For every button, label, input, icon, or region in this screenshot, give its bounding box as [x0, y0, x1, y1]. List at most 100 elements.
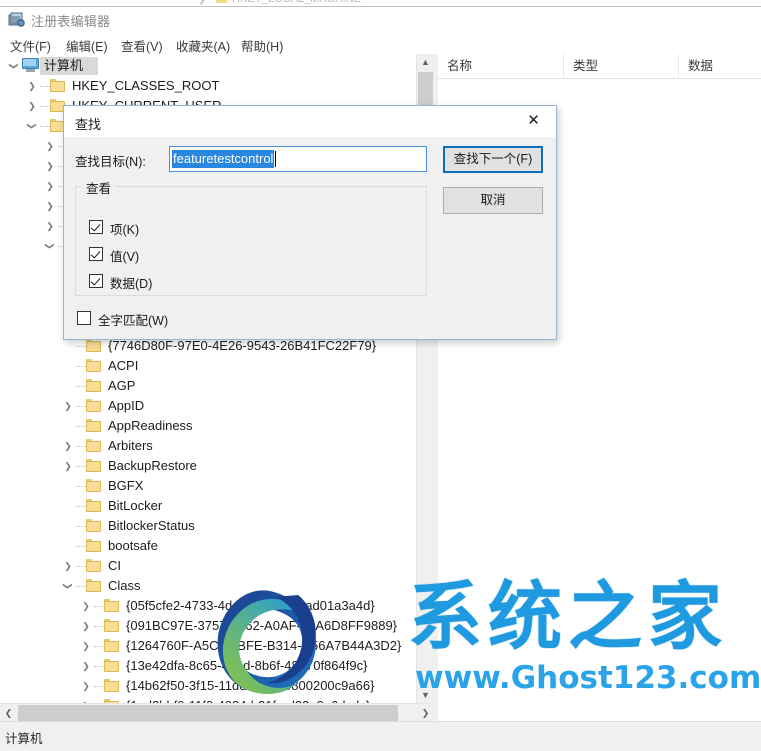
tree-item[interactable]: AppReadiness — [0, 416, 416, 436]
chevron-down-icon[interactable] — [42, 236, 58, 256]
tree-connector — [76, 366, 86, 368]
chevron-down-icon[interactable] — [24, 116, 40, 136]
tree-connector — [40, 106, 50, 108]
column-header-data[interactable]: 数据 — [679, 54, 761, 78]
tree-item[interactable]: {091BC97E-3757-4062-A0AF-10A6D8FF9889} — [0, 616, 416, 636]
tree-connector — [40, 126, 50, 128]
tree-item-label: HKEY_CLASSES_ROOT — [72, 78, 220, 93]
find-dialog-titlebar: 查找 — [64, 106, 556, 137]
folder-icon — [86, 559, 101, 572]
menu-help[interactable]: 帮助(H) — [237, 35, 287, 56]
folder-icon — [86, 579, 101, 592]
tree-item[interactable]: AGP — [0, 376, 416, 396]
tree-connector — [94, 626, 104, 628]
chevron-right-icon[interactable] — [24, 76, 40, 96]
checkbox-icon[interactable] — [77, 311, 91, 325]
tree-item[interactable]: BGFX — [0, 476, 416, 496]
chevron-right-icon[interactable] — [24, 96, 40, 116]
tree-item[interactable]: AppID — [0, 396, 416, 416]
cancel-button[interactable]: 取消 — [443, 187, 543, 214]
folder-icon — [104, 599, 119, 612]
chevron-right-icon[interactable] — [78, 656, 94, 676]
top-partial-row: ❯ HKEY_LOCAL_MACHINE — [0, 0, 761, 7]
chevron-down-icon[interactable] — [60, 576, 76, 596]
menu-favorites[interactable]: 收藏夹(A) — [172, 35, 234, 56]
tree-item[interactable]: bootsafe — [0, 536, 416, 556]
chevron-right-icon[interactable] — [78, 616, 94, 636]
tree-item[interactable]: CI — [0, 556, 416, 576]
tree-item-label: BackupRestore — [108, 458, 197, 473]
folder-icon — [50, 79, 65, 92]
find-target-label-text: 查找目标(N): — [75, 155, 146, 169]
close-icon[interactable]: ✕ — [511, 106, 556, 136]
folder-icon — [86, 399, 101, 412]
menu-edit[interactable]: 编辑(E) — [62, 35, 112, 56]
tree-connector — [76, 486, 86, 488]
chevron-right-icon[interactable] — [60, 456, 76, 476]
menu-file[interactable]: 文件(F) — [6, 35, 55, 56]
tree-item[interactable]: HKEY_CLASSES_ROOT — [0, 76, 416, 96]
checkbox-icon[interactable] — [89, 274, 103, 288]
tree-item[interactable]: {13e42dfa-8c65-424d-8b6f-48a70f864f9c} — [0, 656, 416, 676]
checkbox-icon[interactable] — [89, 247, 103, 261]
chevron-right-icon[interactable] — [60, 396, 76, 416]
tree-item-label: BGFX — [108, 478, 144, 493]
tree-item[interactable]: Class — [0, 576, 416, 596]
chevron-right-icon[interactable] — [78, 676, 94, 696]
folder-icon — [104, 639, 119, 652]
text-caret — [275, 151, 276, 167]
tree-item-label: BitlockerStatus — [108, 518, 195, 533]
tree-item[interactable]: ACPI — [0, 356, 416, 376]
column-header-type[interactable]: 类型 — [564, 54, 679, 78]
chevron-right-icon: ❯ — [198, 0, 206, 5]
chevron-down-icon[interactable]: ▼ — [417, 687, 434, 704]
find-dialog[interactable]: 查找 ✕ 查找目标(N): featuretestcontrol 查看 项(K)… — [63, 105, 557, 340]
chevron-right-icon[interactable] — [42, 216, 58, 236]
tree-horizontal-scrollbar[interactable]: ❮ ❯ — [0, 703, 434, 722]
chevron-right-icon[interactable] — [42, 156, 58, 176]
column-header-name[interactable]: 名称 — [438, 54, 564, 78]
title-bar: 注册表编辑器 — [0, 7, 761, 32]
tree-item-label: ACPI — [108, 358, 139, 373]
folder-icon — [86, 439, 101, 452]
chevron-up-icon[interactable]: ▲ — [417, 54, 434, 71]
tree-connector — [76, 586, 86, 588]
tree-item[interactable]: 计算机 — [0, 56, 416, 76]
chevron-right-icon[interactable] — [42, 196, 58, 216]
tree-item-label: {05f5cfe2-4733-4dc4-98b7-07aad01a3a4d} — [126, 598, 375, 613]
scrollbar-thumb[interactable] — [18, 705, 398, 721]
chevron-left-icon[interactable]: ❮ — [0, 704, 17, 722]
folder-icon — [216, 0, 227, 3]
find-target-input[interactable]: featuretestcontrol — [169, 146, 427, 172]
chevron-down-icon[interactable] — [6, 56, 22, 76]
folder-icon — [86, 419, 101, 432]
tree-connector — [76, 426, 86, 428]
tree-item[interactable]: {14b62f50-3f15-11dd-ad8b-0800200c9a66} — [0, 676, 416, 696]
find-next-button[interactable]: 查找下一个(F) — [443, 146, 543, 173]
chevron-right-icon[interactable] — [60, 436, 76, 456]
tree-item[interactable]: Arbiters — [0, 436, 416, 456]
chevron-right-icon[interactable] — [42, 176, 58, 196]
chevron-right-icon[interactable] — [78, 636, 94, 656]
tree-item[interactable]: {05f5cfe2-4733-4dc4-98b7-07aad01a3a4d} — [0, 596, 416, 616]
tree-connector — [76, 506, 86, 508]
tree-item-label: {14b62f50-3f15-11dd-ad8b-0800200c9a66} — [126, 678, 375, 693]
menu-view[interactable]: 查看(V) — [117, 35, 167, 56]
tree-item[interactable]: BitLocker — [0, 496, 416, 516]
tree-item[interactable]: BitlockerStatus — [0, 516, 416, 536]
chevron-right-icon[interactable] — [60, 556, 76, 576]
checkbox-icon[interactable] — [89, 220, 103, 234]
chevron-right-icon[interactable] — [42, 136, 58, 156]
chevron-right-icon[interactable]: ❯ — [417, 704, 434, 722]
tree-item-label: BitLocker — [108, 498, 163, 513]
folder-icon — [86, 339, 101, 352]
tree-item[interactable]: BackupRestore — [0, 456, 416, 476]
chevron-right-icon[interactable] — [78, 596, 94, 616]
tree-connector — [94, 646, 104, 648]
tree-item-label: {091BC97E-3757-4062-A0AF-10A6D8FF9889} — [126, 618, 398, 633]
find-target-label: 查找目标(N): — [75, 151, 146, 170]
folder-icon — [104, 679, 119, 692]
registry-editor-window: ❯ HKEY_LOCAL_MACHINE 注册表编辑器 文件(F) 编辑(E) … — [0, 0, 761, 751]
tree-item-label: AGP — [108, 378, 136, 393]
tree-item[interactable]: {1264760F-A5C8-4BFE-B314-D56A7B44A3D2} — [0, 636, 416, 656]
